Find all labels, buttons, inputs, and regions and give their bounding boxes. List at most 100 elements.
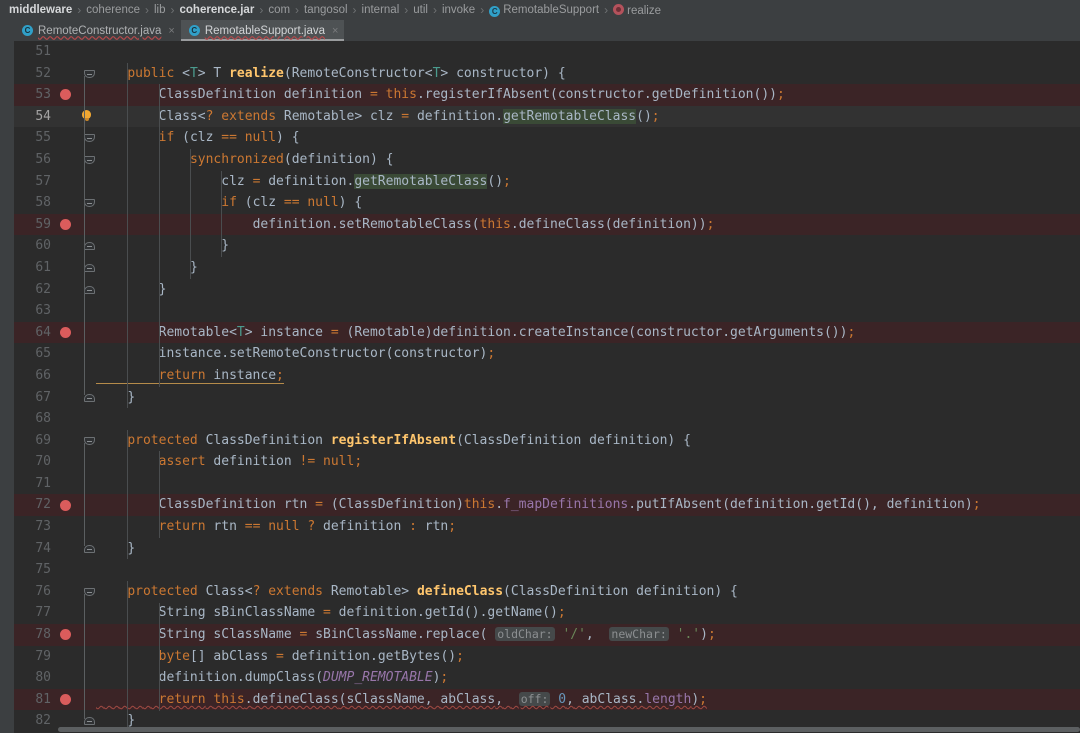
line-number[interactable]: 78 bbox=[14, 624, 71, 646]
line-number[interactable]: 64 bbox=[14, 322, 71, 344]
line-number[interactable]: 72 bbox=[14, 494, 71, 516]
gutter-markers[interactable] bbox=[58, 235, 96, 257]
code-line[interactable]: 55 if (clz == null) { bbox=[14, 127, 1080, 149]
breadcrumb-item-coherence-jar[interactable]: coherence.jar bbox=[179, 4, 256, 16]
code-line[interactable]: 79 byte[] abClass = definition.getBytes(… bbox=[14, 646, 1080, 668]
code-line[interactable]: 59 definition.setRemotableClass(this.def… bbox=[14, 213, 1080, 236]
gutter-markers[interactable] bbox=[58, 127, 96, 149]
code-fold-down-icon[interactable] bbox=[84, 435, 95, 446]
gutter-markers[interactable] bbox=[58, 171, 96, 193]
gutter-markers[interactable] bbox=[58, 646, 96, 668]
gutter-markers[interactable] bbox=[58, 365, 96, 387]
code-line[interactable]: 54 Class<? extends Remotable> clz = defi… bbox=[14, 105, 1080, 128]
code-line[interactable]: 51 bbox=[14, 41, 1080, 63]
editor-tab-remoteconstructor-java[interactable]: C RemoteConstructor.java × bbox=[14, 20, 181, 41]
gutter-markers[interactable] bbox=[58, 257, 96, 279]
line-number[interactable]: 67 bbox=[14, 387, 58, 409]
line-number[interactable]: 53 bbox=[14, 84, 71, 106]
gutter-markers[interactable] bbox=[58, 581, 96, 603]
line-number[interactable]: 58 bbox=[14, 192, 58, 214]
code-line[interactable]: 57 clz = definition.getRemotableClass(); bbox=[14, 171, 1080, 193]
gutter-markers[interactable] bbox=[58, 516, 96, 538]
line-number[interactable]: 82 bbox=[14, 710, 58, 732]
breadcrumb-item-internal[interactable]: internal bbox=[361, 4, 401, 16]
gutter-markers[interactable] bbox=[58, 494, 96, 516]
line-number[interactable]: 76 bbox=[14, 581, 58, 603]
code-line[interactable]: 64 Remotable<T> instance = (Remotable)de… bbox=[14, 321, 1080, 344]
gutter-markers[interactable] bbox=[58, 451, 96, 473]
gutter-markers[interactable] bbox=[58, 149, 96, 171]
gutter-markers[interactable] bbox=[58, 63, 96, 85]
code-fold-up-icon[interactable] bbox=[84, 284, 95, 295]
scrollbar-thumb[interactable] bbox=[58, 727, 1080, 732]
line-number[interactable]: 55 bbox=[14, 127, 58, 149]
gutter-markers[interactable] bbox=[58, 106, 96, 128]
gutter-markers[interactable] bbox=[58, 214, 96, 236]
line-number[interactable]: 61 bbox=[14, 257, 58, 279]
gutter-markers[interactable] bbox=[58, 322, 96, 344]
gutter-markers[interactable] bbox=[58, 559, 96, 581]
line-number[interactable]: 68 bbox=[14, 408, 58, 430]
code-line[interactable]: 65 instance.setRemoteConstructor(constru… bbox=[14, 343, 1080, 365]
code-fold-down-icon[interactable] bbox=[84, 154, 95, 165]
code-line[interactable]: 80 definition.dumpClass(DUMP_REMOTABLE); bbox=[14, 667, 1080, 689]
code-line[interactable]: 68 bbox=[14, 408, 1080, 430]
breadcrumb-item-util[interactable]: util bbox=[412, 4, 429, 16]
breadcrumb-item-coherence[interactable]: coherence bbox=[85, 4, 141, 16]
line-number[interactable]: 59 bbox=[14, 214, 71, 236]
code-line[interactable]: 67 } bbox=[14, 387, 1080, 409]
close-icon[interactable]: × bbox=[330, 25, 338, 37]
gutter-markers[interactable] bbox=[58, 343, 96, 365]
gutter-markers[interactable] bbox=[58, 192, 96, 214]
code-line[interactable]: 74 } bbox=[14, 538, 1080, 560]
line-number[interactable]: 70 bbox=[14, 451, 58, 473]
close-icon[interactable]: × bbox=[166, 25, 174, 37]
line-number[interactable]: 52 bbox=[14, 63, 58, 85]
gutter-markers[interactable] bbox=[58, 689, 96, 711]
intention-bulb-icon[interactable] bbox=[81, 109, 93, 123]
line-number[interactable]: 75 bbox=[14, 559, 58, 581]
editor-tab-remotablesupport-java[interactable]: C RemotableSupport.java × bbox=[180, 20, 345, 41]
breadcrumb-item-com[interactable]: com bbox=[267, 4, 291, 16]
breadcrumb-item-tangosol[interactable]: tangosol bbox=[303, 4, 348, 16]
gutter-markers[interactable] bbox=[58, 300, 96, 322]
line-number[interactable]: 62 bbox=[14, 279, 58, 301]
breadcrumb-item-realize[interactable]: realize bbox=[612, 3, 662, 17]
code-fold-up-icon[interactable] bbox=[84, 543, 95, 554]
code-line[interactable]: 73 return rtn == null ? definition : rtn… bbox=[14, 516, 1080, 538]
gutter-markers[interactable] bbox=[58, 602, 96, 624]
line-number[interactable]: 51 bbox=[14, 41, 58, 63]
line-number[interactable]: 73 bbox=[14, 516, 58, 538]
code-fold-up-icon[interactable] bbox=[84, 240, 95, 251]
code-fold-up-icon[interactable] bbox=[84, 715, 95, 726]
gutter-markers[interactable] bbox=[58, 408, 96, 430]
gutter-markers[interactable] bbox=[58, 387, 96, 409]
code-line[interactable]: 52 public <T> T realize(RemoteConstructo… bbox=[14, 63, 1080, 85]
line-number[interactable]: 54 bbox=[14, 106, 58, 128]
gutter-markers[interactable] bbox=[58, 84, 96, 106]
code-line[interactable]: 53 ClassDefinition definition = this.reg… bbox=[14, 84, 1080, 106]
breadcrumb-item-invoke[interactable]: invoke bbox=[441, 4, 476, 16]
horizontal-scrollbar[interactable] bbox=[58, 726, 1080, 733]
line-number[interactable]: 66 bbox=[14, 365, 58, 387]
code-line[interactable]: 56 synchronized(definition) { bbox=[14, 149, 1080, 171]
line-number[interactable]: 79 bbox=[14, 646, 58, 668]
gutter-markers[interactable] bbox=[58, 538, 96, 560]
code-fold-up-icon[interactable] bbox=[84, 392, 95, 403]
code-fold-up-icon[interactable] bbox=[84, 262, 95, 273]
code-fold-down-icon[interactable] bbox=[84, 586, 95, 597]
code-line[interactable]: 66 return instance; bbox=[14, 365, 1080, 387]
code-line[interactable]: 76 protected Class<? extends Remotable> … bbox=[14, 581, 1080, 603]
line-number[interactable]: 77 bbox=[14, 602, 58, 624]
line-number[interactable]: 71 bbox=[14, 473, 58, 495]
line-number[interactable]: 74 bbox=[14, 538, 58, 560]
code-line[interactable]: 72 ClassDefinition rtn = (ClassDefinitio… bbox=[14, 494, 1080, 517]
code-line[interactable]: 62 } bbox=[14, 279, 1080, 301]
gutter-markers[interactable] bbox=[58, 430, 96, 452]
code-line[interactable]: 60 } bbox=[14, 235, 1080, 257]
code-line[interactable]: 75 bbox=[14, 559, 1080, 581]
gutter-markers[interactable] bbox=[58, 279, 96, 301]
gutter-markers[interactable] bbox=[58, 473, 96, 495]
code-line[interactable]: 81 return this.defineClass(sClassName, a… bbox=[14, 688, 1080, 711]
code-line[interactable]: 78 String sClassName = sBinClassName.rep… bbox=[14, 624, 1080, 646]
